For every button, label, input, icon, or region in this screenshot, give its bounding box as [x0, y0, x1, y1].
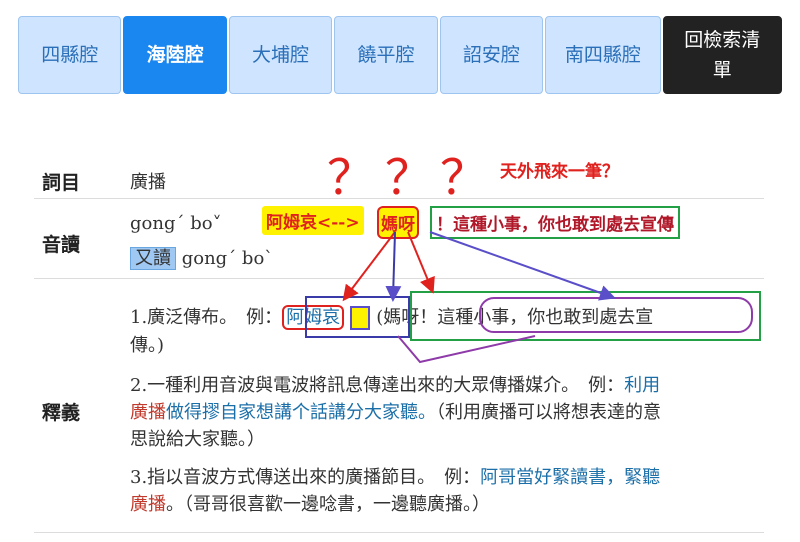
annotation-overlay: [305, 231, 761, 364]
annotation-box-purple: [479, 297, 753, 333]
annotation-box-blue: [305, 296, 410, 338]
